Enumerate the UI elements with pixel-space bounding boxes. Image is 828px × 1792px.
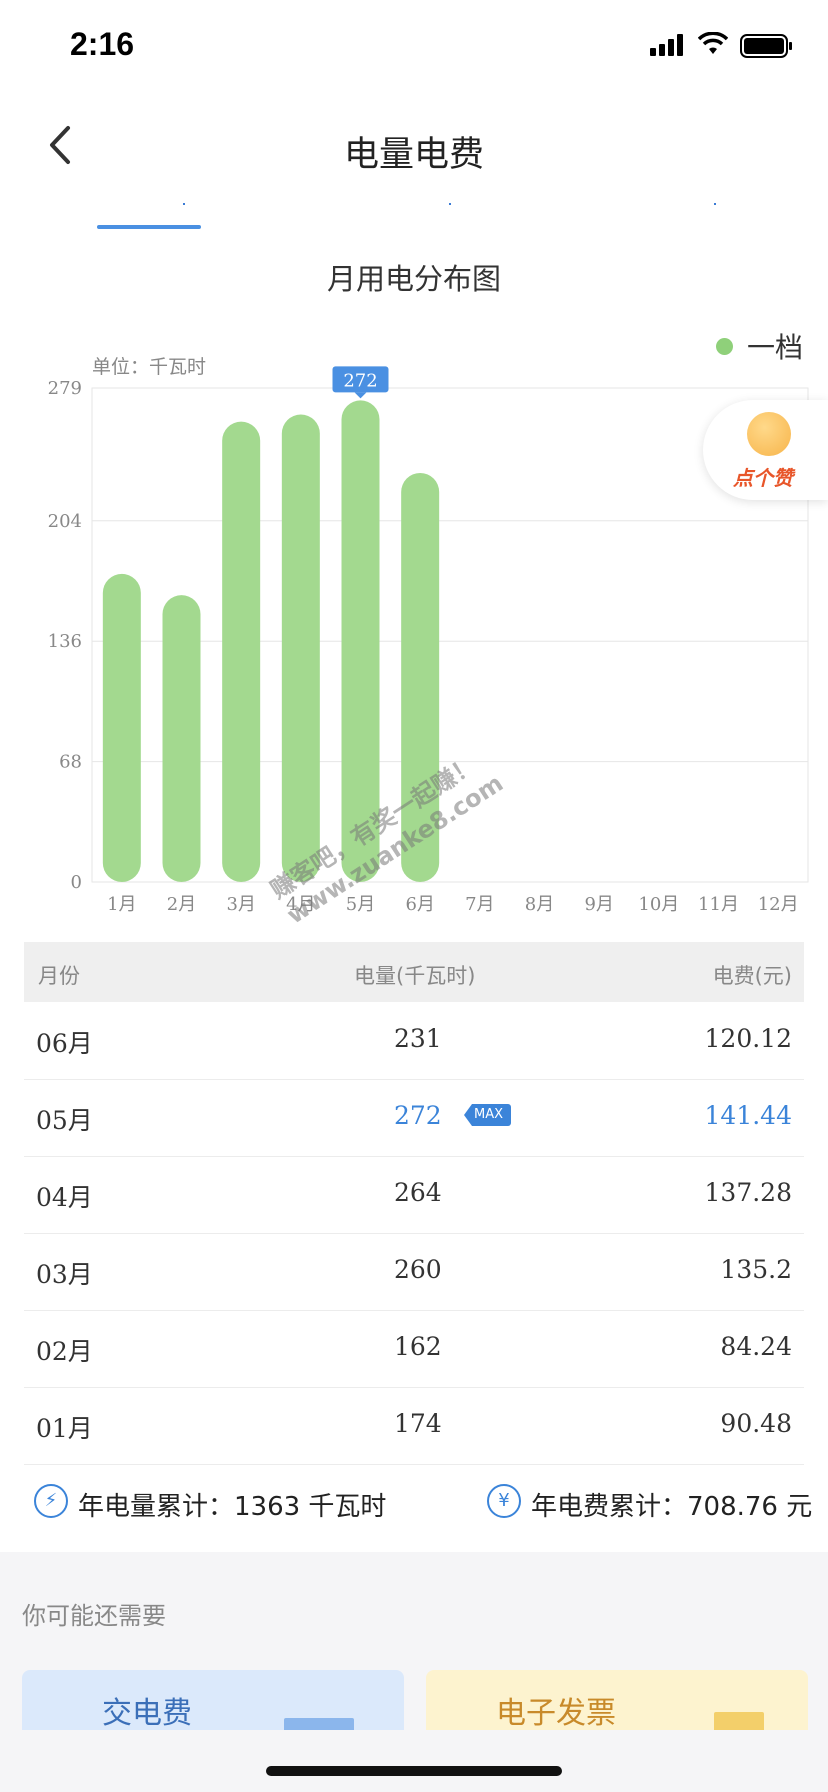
recommendations-section: 你可能还需要 交电费 电子发票 xyxy=(0,1552,828,1792)
row-kwh: 272 xyxy=(394,1101,442,1130)
row-kwh: 264 xyxy=(394,1178,442,1207)
y-tick-label: 204 xyxy=(48,511,82,532)
card-label: 电子发票 xyxy=(496,1696,616,1730)
bar-4月 xyxy=(281,414,320,882)
card-illustration xyxy=(714,1712,764,1730)
wifi-icon xyxy=(698,32,728,54)
annual-fee-total: 年电费累计：708.76 元 xyxy=(531,1492,813,1522)
row-month: 03月 xyxy=(36,1260,93,1289)
x-tick-label: 7月 xyxy=(465,894,494,915)
row-fee: 141.44 xyxy=(704,1101,792,1130)
like-label: 点个赞 xyxy=(733,466,793,490)
yen-icon: ¥ xyxy=(487,1484,521,1518)
section-title: 你可能还需要 xyxy=(22,1602,166,1630)
battery-icon xyxy=(740,34,792,58)
bar-2月 xyxy=(162,595,201,882)
row-fee: 135.2 xyxy=(720,1255,792,1284)
x-tick-label: 5月 xyxy=(346,894,375,915)
row-month: 01月 xyxy=(36,1414,93,1443)
x-tick-label: 1月 xyxy=(107,894,136,915)
annual-summary: ⚡ 年电量累计：1363 千瓦时 ¥ 年电费累计：708.76 元 xyxy=(0,1480,828,1552)
table-row: 02月 162 84.24 xyxy=(24,1310,804,1388)
smiley-icon xyxy=(747,412,791,456)
row-fee: 90.48 xyxy=(720,1409,792,1438)
row-fee: 84.24 xyxy=(720,1332,792,1361)
x-tick-label: 10月 xyxy=(638,894,679,915)
y-tick-label: 68 xyxy=(59,752,82,773)
page-title: 电量电费 xyxy=(343,135,484,175)
table-row: 06月 231 120.12 xyxy=(24,1002,804,1080)
annual-kwh-total: 年电量累计：1363 千瓦时 xyxy=(78,1492,387,1522)
column-header-kwh: 电量(千瓦时) xyxy=(354,964,476,988)
x-tick-label: 2月 xyxy=(167,894,196,915)
row-fee: 120.12 xyxy=(704,1024,792,1053)
column-header-fee: 电费(元) xyxy=(712,964,792,988)
card-illustration xyxy=(284,1718,354,1730)
home-indicator xyxy=(266,1766,562,1776)
pay-electricity-card[interactable]: 交电费 xyxy=(22,1670,404,1730)
row-month: 04月 xyxy=(36,1183,93,1212)
row-kwh: 174 xyxy=(394,1409,442,1438)
bar-1月 xyxy=(102,573,141,882)
signal-icon xyxy=(650,34,683,56)
bar-3月 xyxy=(222,421,261,882)
row-kwh: 162 xyxy=(394,1332,442,1361)
x-tick-label: 11月 xyxy=(698,894,739,915)
status-time: 2:16 xyxy=(70,26,135,62)
max-badge: MAX xyxy=(464,1104,512,1126)
row-kwh: 231 xyxy=(394,1024,442,1053)
card-label: 交电费 xyxy=(102,1696,192,1730)
x-tick-label: 6月 xyxy=(405,894,434,915)
e-invoice-card[interactable]: 电子发票 xyxy=(426,1670,808,1730)
lightning-icon: ⚡ xyxy=(34,1484,68,1518)
tab-indicator-dot xyxy=(714,203,716,205)
row-kwh: 260 xyxy=(394,1255,442,1284)
tab-indicator-dot xyxy=(183,203,185,205)
row-month: 02月 xyxy=(36,1337,93,1366)
x-tick-label: 3月 xyxy=(226,894,255,915)
like-badge[interactable]: 点个赞 xyxy=(703,400,828,500)
table-row: 01月 174 90.48 xyxy=(24,1387,804,1465)
row-month: 06月 xyxy=(36,1029,93,1058)
y-tick-label: 0 xyxy=(71,872,82,893)
y-tick-label: 279 xyxy=(48,378,82,399)
row-month: 05月 xyxy=(36,1106,93,1135)
table-row: 03月 260 135.2 xyxy=(24,1233,804,1311)
y-tick-label: 136 xyxy=(48,631,82,652)
column-header-month: 月份 xyxy=(38,964,80,988)
x-tick-label: 8月 xyxy=(525,894,554,915)
active-tab-underline xyxy=(97,225,201,229)
x-tick-label: 12月 xyxy=(758,894,799,915)
x-tick-label: 9月 xyxy=(584,894,613,915)
tooltip-value: 272 xyxy=(343,370,377,391)
row-fee: 137.28 xyxy=(704,1178,792,1207)
chart-title: 月用电分布图 xyxy=(326,262,501,296)
table-row: 05月 272 141.44 xyxy=(24,1079,804,1157)
tooltip-pointer xyxy=(354,392,367,399)
tab-indicator-dot xyxy=(449,203,451,205)
table-header: 月份 电量(千瓦时) 电费(元) xyxy=(24,942,804,1002)
table-row: 04月 264 137.28 xyxy=(24,1156,804,1234)
